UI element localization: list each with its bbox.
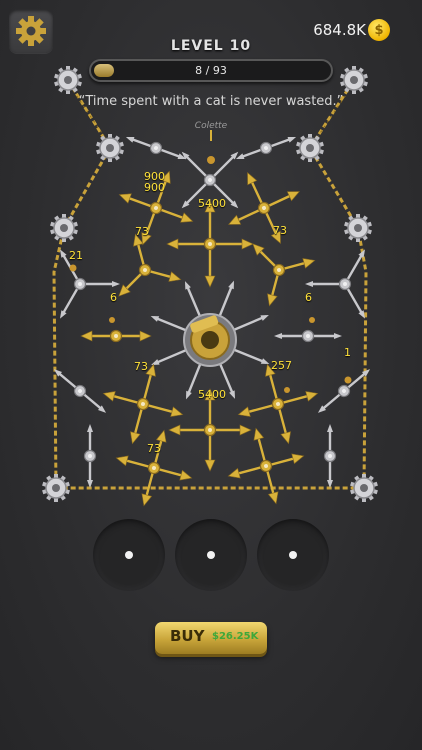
board-number: 5400: [198, 388, 226, 401]
buy-price: $26.25K: [212, 631, 259, 642]
gold-spinner[interactable]: [106, 420, 202, 510]
gold-ball: [284, 387, 290, 393]
slot-dot: [125, 551, 133, 559]
silver-spinner[interactable]: [305, 248, 368, 320]
spinner-slot[interactable]: [93, 519, 165, 591]
slot-dot: [289, 551, 297, 559]
board-number: 73: [135, 225, 149, 238]
board-number: 6: [110, 291, 117, 304]
spinner-slot[interactable]: [257, 519, 329, 591]
game-board: [42, 66, 378, 510]
board-number: 257: [271, 359, 292, 372]
board-number: 900: [144, 181, 165, 194]
center-gear[interactable]: [183, 313, 237, 367]
gold-ball: [207, 156, 215, 164]
board-number: 73: [273, 224, 287, 237]
buy-button[interactable]: BUY $26.25K: [155, 622, 267, 654]
gold-spinner[interactable]: [80, 329, 152, 343]
board-number: 73: [134, 360, 148, 373]
sprocket-icon: [96, 134, 124, 162]
board-number: 73: [147, 442, 161, 455]
gold-ball: [109, 317, 115, 323]
buy-label: BUY: [170, 627, 205, 645]
gold-spinner[interactable]: [248, 227, 324, 309]
sprocket-icon: [42, 474, 70, 502]
board-number: 6: [305, 291, 312, 304]
silver-spinner[interactable]: [274, 329, 342, 343]
game-stage: 684.8K $ LEVEL 10 8 / 93 “Time spent wit…: [0, 0, 422, 750]
gold-ball: [344, 376, 352, 384]
sprocket-icon: [54, 66, 82, 94]
board-number: 5400: [198, 197, 226, 210]
gold-spinner[interactable]: [168, 388, 252, 472]
board-number: 1: [344, 346, 351, 359]
sprocket-icon: [340, 66, 368, 94]
sprocket-icon: [296, 134, 324, 162]
gold-ball: [309, 317, 315, 323]
board-number: 21: [69, 249, 83, 262]
gold-ball: [69, 264, 77, 272]
gold-spinner[interactable]: [218, 418, 314, 510]
silver-spinner[interactable]: [83, 424, 97, 488]
sprocket-icon: [350, 474, 378, 502]
silver-spinner[interactable]: [323, 424, 337, 488]
silver-spinner[interactable]: [124, 132, 188, 164]
silver-spinner[interactable]: [50, 365, 109, 417]
sprocket-icon: [344, 214, 372, 242]
sprocket-icon: [50, 214, 78, 242]
gold-spinner[interactable]: [166, 200, 254, 288]
silver-spinner[interactable]: [57, 248, 120, 320]
silver-spinner[interactable]: [234, 132, 298, 164]
slot-dot: [207, 551, 215, 559]
spinner-slot[interactable]: [175, 519, 247, 591]
